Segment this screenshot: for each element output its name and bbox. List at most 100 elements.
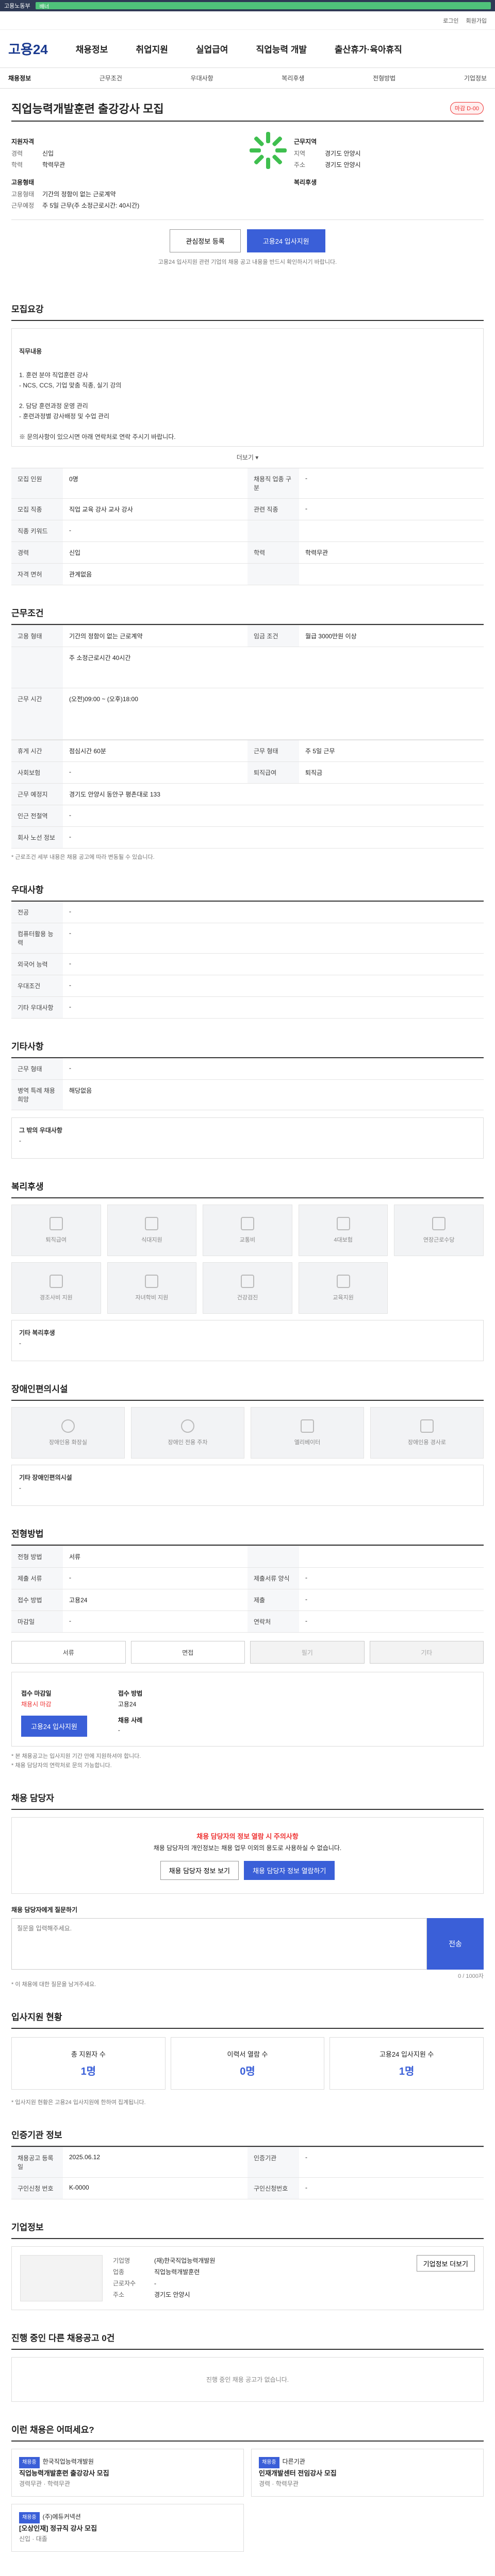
kv-key: 학력	[11, 161, 23, 168]
facility-label: 장애인용 화장실	[49, 1439, 87, 1446]
facility-icon	[181, 1419, 194, 1433]
cell-value: 학력무관	[305, 549, 328, 556]
section-title: 인증기관 정보	[11, 2128, 484, 2147]
welfare-label: 교통비	[239, 1237, 256, 1243]
apply-deadline-label: 접수 마감일	[21, 1690, 52, 1697]
recommend-cards: 채용중 한국직업능력개발원 직업능력개발훈련 출강강사 모집 경력무관 · 학력무…	[11, 2449, 484, 2552]
apply-button-2[interactable]: 고용24 입사지원	[21, 1716, 87, 1737]
stat-value: 1명	[399, 2066, 415, 2077]
cell-key	[248, 1546, 299, 1567]
welfare-item: 자녀학비 지원	[107, 1262, 197, 1314]
cell-value: -	[305, 505, 307, 512]
alert-title: 채용 담당자의 정보 열람 시 주의사항	[196, 1833, 299, 1840]
tab-pref[interactable]: 우대사항	[191, 74, 213, 82]
welfare-item: 연장근로수당	[394, 1205, 484, 1256]
company-image	[20, 2255, 103, 2301]
job-meta: 신입 · 대졸	[19, 2535, 47, 2543]
disabled-box-title: 기타 장애인편의시설	[19, 1474, 72, 1481]
job-company: (주)에듀커넥션	[42, 2513, 81, 2520]
kv-value: 경기도 안양시	[154, 2291, 190, 2298]
job-card[interactable]: 채용중 한국직업능력개발원 직업능력개발훈련 출강강사 모집 경력무관 · 학력무…	[11, 2449, 244, 2497]
alert-text: 채용 담당자의 개인정보는 채용 업무 이외의 용도로 사용하실 수 없습니다.	[153, 1844, 342, 1852]
cell-value: -	[69, 1574, 71, 1581]
tab-recruit[interactable]: 채용정보	[8, 74, 31, 82]
welfare-label: 건강검진	[237, 1295, 258, 1301]
company-logo-icon	[250, 132, 287, 169]
cell-value: 관계없음	[69, 571, 92, 578]
job-card[interactable]: 채용중 (주)에듀커넥션 [오상인재] 정규직 강사 모집 신입 · 대졸	[11, 2504, 244, 2552]
stat-item: 총 지원자 수 1명	[11, 2037, 166, 2090]
cell-key: 연락처	[248, 1611, 299, 1632]
gnb-item-leave[interactable]: 출산휴가·육아휴직	[335, 42, 402, 55]
section-title: 장애인편의시설	[11, 1382, 484, 1401]
manager-view-button[interactable]: 채용 담당자 정보 보기	[160, 1861, 239, 1880]
site-logo[interactable]: 고용24	[8, 39, 48, 58]
manager-open-button[interactable]: 채용 담당자 정보 열람하기	[244, 1861, 335, 1880]
question-send-button[interactable]: 전송	[427, 1918, 484, 1970]
company-more-button[interactable]: 기업정보 더보기	[416, 2255, 475, 2272]
tab-company[interactable]: 기업정보	[464, 74, 487, 82]
cell-value: -	[69, 960, 71, 967]
cell-key: 인증기관	[248, 2147, 299, 2177]
kv-key: 주소	[294, 161, 306, 168]
gnb-item-benefit[interactable]: 실업급여	[196, 42, 228, 55]
cell-key: 채용직 업종 구분	[248, 468, 299, 498]
tab-work[interactable]: 근무조건	[100, 74, 122, 82]
more-toggle[interactable]: 더보기 ▾	[11, 447, 484, 468]
cell-value: -	[69, 527, 71, 534]
cell-key: 기타 우대사항	[11, 997, 63, 1018]
step-written: 필기	[250, 1641, 365, 1664]
cell-value: -	[69, 768, 71, 775]
question-input[interactable]	[11, 1918, 427, 1970]
cell-key: 사회보험	[11, 762, 63, 783]
facility-icon	[420, 1419, 434, 1433]
section-pref: 우대사항 전공 - 컴퓨터활용 능력 - 외국어 능력 - 우대조건 - 기타 우대사항…	[11, 883, 484, 1019]
company-logo	[248, 130, 289, 171]
gnb-item-training[interactable]: 직업능력 개발	[256, 42, 307, 55]
kv-key: 근무예정	[11, 202, 35, 209]
gnb-item-jobs[interactable]: 채용정보	[76, 42, 108, 55]
login-link[interactable]: 로그인	[443, 16, 458, 25]
save-interest-button[interactable]: 관심정보 등록	[170, 229, 241, 252]
cell-key: 컴퓨터활용 능력	[11, 923, 63, 953]
brand-label: 고용노동부	[4, 3, 30, 9]
company-box: 기업명 (재)한국직업능력개발원 업종 직업능력개발훈련 근로자수 - 주소 경기도 안…	[11, 2246, 484, 2310]
cell-key: 모집 인원	[11, 468, 63, 498]
welfare-label: 교육지원	[333, 1295, 354, 1301]
ad-banner[interactable]: 배너	[35, 2, 491, 10]
step-interview: 면접	[130, 1641, 245, 1664]
gnb-item-support[interactable]: 취업지원	[136, 42, 168, 55]
welfare-item: 퇴직급여	[11, 1205, 101, 1256]
welfare-box-text: -	[19, 1340, 21, 1347]
section-title: 복리후생	[11, 1179, 484, 1198]
facility-item: 장애인용 경사로	[370, 1407, 484, 1459]
section-title: 근무조건	[11, 606, 484, 625]
cell-key: 퇴직급여	[248, 762, 299, 783]
cell-key: 학력	[248, 542, 299, 563]
summary-qual-head: 지원자격	[11, 138, 35, 145]
cell-value: (오전)09:00 ~ (오후)18:00	[69, 696, 138, 703]
cell-key: 전형 방법	[11, 1546, 63, 1567]
apply-method-value: 고용24	[118, 1701, 137, 1708]
stat-item: 고용24 입사지원 수 1명	[329, 2037, 484, 2090]
cell-key: 모집 직종	[11, 499, 63, 520]
job-card[interactable]: 채용중 다른기관 인재개발센터 전임강사 모집 경력 · 학력무관	[251, 2449, 484, 2497]
question-area: 채용 담당자에게 질문하기 전송 0 / 1000자 * 이 채용에 대한 질문…	[11, 1905, 484, 1989]
facility-label: 장애인용 경사로	[408, 1439, 446, 1446]
stat-value: 1명	[80, 2066, 96, 2077]
cell-value: 서류	[69, 1553, 81, 1561]
welfare-label: 4대보험	[334, 1237, 353, 1243]
kv-key: 기업명	[113, 2257, 130, 2264]
cell-key: 자격 면허	[11, 564, 63, 585]
cell-key: 제출서류 양식	[248, 1568, 299, 1589]
tab-process[interactable]: 전형방법	[373, 74, 395, 82]
apply-button[interactable]: 고용24 입사지원	[246, 229, 325, 252]
job-desc-title: 직무내용	[19, 348, 42, 355]
tab-welfare[interactable]: 복리후생	[282, 74, 304, 82]
section-title: 입사지원 현황	[11, 2010, 484, 2029]
join-link[interactable]: 회원가입	[466, 16, 487, 25]
stat-item: 이력서 열람 수 0명	[170, 2037, 325, 2090]
welfare-icon	[432, 1217, 446, 1230]
cell-key: 우대조건	[11, 975, 63, 996]
cell-value: 주 5일 근무	[305, 748, 335, 755]
